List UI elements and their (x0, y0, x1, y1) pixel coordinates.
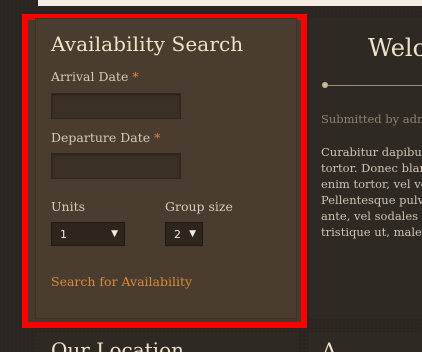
body-line: Curabitur dapibus (321, 145, 422, 159)
group-size-value: 2 (174, 227, 181, 241)
location-title: Our Location (51, 338, 184, 352)
search-availability-link[interactable]: Search for Availability (51, 274, 192, 289)
departure-date-input[interactable] (51, 153, 181, 179)
dropdown-arrow-icon: ▼ (111, 229, 118, 239)
welcome-title: Welco (368, 34, 422, 62)
arrival-date-input[interactable] (51, 93, 181, 119)
departure-label-text: Departure Date (51, 130, 151, 145)
arrival-label-text: Arrival Date (51, 69, 129, 84)
divider-line (328, 85, 422, 86)
units-label: Units (51, 199, 86, 214)
body-line: ante, vel sodales c (321, 209, 422, 223)
departure-date-label: Departure Date * (51, 130, 160, 145)
body-line: Pellentesque pulv (321, 193, 422, 207)
submitted-by-text: Submitted by admi (321, 112, 422, 126)
required-mark: * (154, 130, 161, 145)
required-mark: * (132, 69, 139, 84)
group-size-label: Group size (165, 199, 233, 214)
right-bottom-title: A (322, 338, 337, 352)
body-line: tristique ut, males (321, 225, 422, 239)
body-line: enim tortor, vel ve (321, 177, 422, 191)
units-value: 1 (60, 227, 67, 241)
units-select[interactable]: 1 ▼ (51, 222, 125, 246)
dropdown-arrow-icon: ▼ (189, 229, 196, 239)
availability-title: Availability Search (51, 32, 244, 56)
body-line: tortor. Donec blar (321, 161, 422, 175)
group-size-select[interactable]: 2 ▼ (165, 222, 203, 246)
welcome-body: Curabitur dapibus tortor. Donec blar eni… (321, 144, 422, 240)
arrival-date-label: Arrival Date * (51, 69, 139, 84)
top-banner-strip (38, 0, 422, 6)
